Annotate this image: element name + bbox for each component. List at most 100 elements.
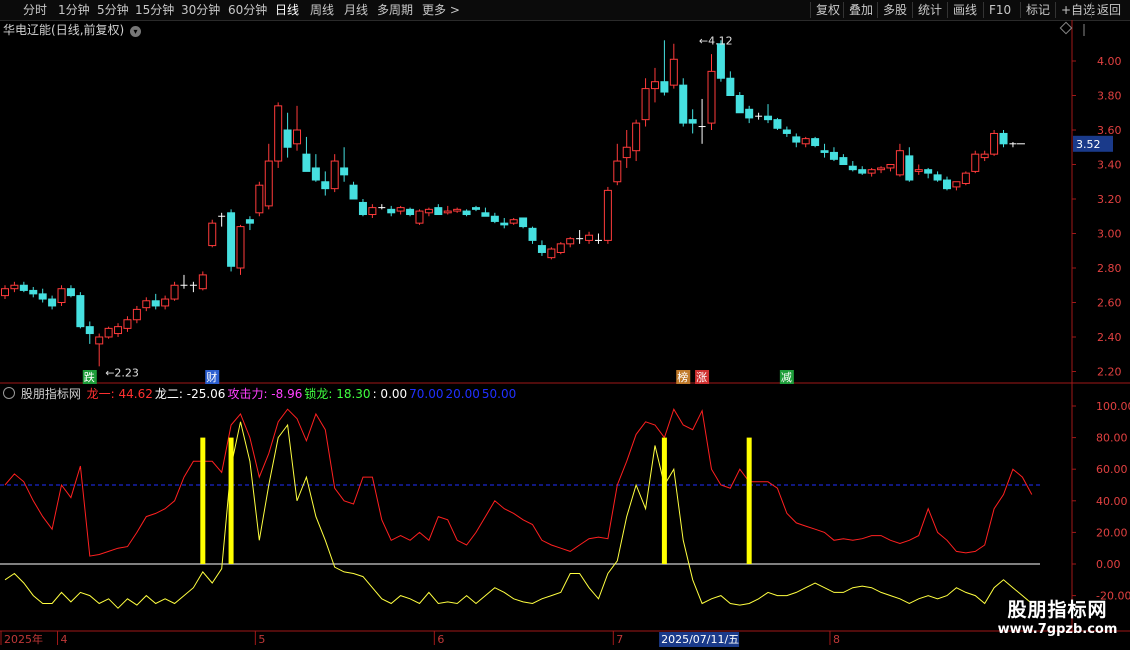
candle-body-97 — [914, 169, 923, 172]
price-tick-label-5: 3.20 — [1097, 193, 1122, 206]
candle-body-69 — [650, 81, 659, 90]
candle-body-90 — [848, 165, 857, 171]
attack-bar-0 — [200, 437, 206, 564]
ind-tick-label-1: 0.00 — [1096, 558, 1121, 571]
candle-body-94 — [886, 164, 895, 169]
price-tick-label-6: 3.40 — [1097, 159, 1122, 172]
candle-body-65 — [613, 160, 622, 183]
candle-body-53 — [500, 222, 509, 226]
candle-body-81 — [764, 115, 773, 121]
candle-body-26 — [245, 219, 254, 224]
price-tick-label-0: 2.20 — [1097, 366, 1122, 379]
candle-body-35 — [330, 160, 339, 190]
candle-body-56 — [528, 227, 537, 241]
candle-body-76 — [716, 43, 725, 79]
candle-body-3 — [29, 289, 38, 295]
candle-body-51 — [481, 212, 490, 217]
candle-body-84 — [792, 136, 801, 143]
candle-body-106 — [999, 132, 1008, 145]
price-tick-label-1: 2.40 — [1097, 331, 1122, 344]
candle-body-10 — [95, 336, 104, 345]
candle-body-39 — [368, 207, 377, 216]
candle-body-33 — [311, 167, 320, 181]
candle-body-55 — [519, 217, 528, 228]
candle-body-27 — [255, 184, 264, 214]
candle-body-50 — [472, 207, 480, 210]
watermark-url: www.7gpzb.com — [997, 622, 1118, 637]
candle-body-32 — [302, 153, 311, 172]
candle-body-103 — [971, 153, 980, 172]
candle-body-71 — [669, 58, 678, 86]
candle-body-64 — [603, 189, 612, 241]
candle-body-30 — [283, 129, 292, 148]
series-line-0 — [4, 408, 1033, 557]
candle-body-66 — [622, 146, 631, 159]
candle-body-100 — [943, 179, 951, 190]
candle-body-86 — [811, 138, 820, 147]
candle-body-58 — [547, 248, 556, 259]
candle-body-44 — [415, 210, 424, 224]
ind-tick-label-5: 80.00 — [1096, 432, 1128, 445]
date-label-4: 7 — [616, 633, 623, 646]
candle-body-77 — [726, 77, 735, 96]
date-label-5: 8 — [833, 633, 840, 646]
candle-body-13 — [123, 319, 132, 329]
candle-body-57 — [537, 245, 546, 253]
date-label-3: 6 — [437, 633, 444, 646]
candle-body-36 — [340, 167, 349, 176]
price-tick-label-9: 4.00 — [1097, 55, 1122, 68]
candle-body-99 — [933, 174, 942, 181]
candle-body-47 — [443, 210, 452, 214]
candle-body-88 — [829, 151, 838, 160]
candle-body-7 — [66, 288, 75, 297]
candle-body-37 — [349, 184, 358, 200]
ind-tick-label-6: 100.00 — [1096, 400, 1130, 413]
candle-body-70 — [660, 81, 669, 93]
candle-body-72 — [679, 84, 688, 124]
price-tick-label-4: 3.00 — [1097, 228, 1122, 241]
candle-body-1 — [10, 284, 19, 290]
candle-body-25 — [236, 226, 245, 269]
watermark-title: 股朋指标网 — [1007, 599, 1108, 621]
low-price-label: ←2.23 — [105, 366, 139, 379]
candle-body-0 — [1, 288, 9, 297]
candle-body-24 — [227, 212, 236, 267]
candle-body-105 — [990, 132, 999, 155]
candle-body-67 — [632, 122, 641, 152]
price-tick-label-2: 2.60 — [1097, 297, 1122, 310]
candle-body-22 — [208, 222, 217, 247]
candle-body-12 — [114, 326, 123, 335]
price-tick-label-7: 3.60 — [1097, 124, 1122, 137]
candle-body-28 — [264, 160, 273, 207]
signal-label-0: 跌 — [84, 370, 95, 384]
candle-body-18 — [170, 284, 179, 300]
attack-bar-3 — [746, 437, 752, 564]
ind-tick-label-2: 20.00 — [1096, 526, 1128, 539]
candle-body-42 — [396, 207, 405, 212]
candle-body-60 — [566, 238, 575, 245]
candle-body-62 — [585, 234, 594, 241]
candle-body-41 — [387, 208, 396, 214]
candle-body-29 — [274, 105, 283, 162]
candle-body-79 — [745, 108, 754, 119]
candle-body-9 — [85, 326, 94, 335]
candle-body-54 — [509, 219, 518, 224]
candle-body-92 — [867, 169, 876, 174]
date-highlight-label: 2025/07/11/五 — [661, 633, 739, 646]
candle-body-38 — [358, 201, 367, 216]
candle-body-4 — [38, 293, 47, 300]
candle-body-78 — [735, 95, 744, 114]
last-price-label: 3.52 — [1076, 138, 1101, 151]
high-price-label: ←4.12 — [699, 34, 733, 47]
candle-body-82 — [773, 119, 782, 129]
attack-bar-2 — [661, 437, 667, 564]
candle-body-49 — [462, 210, 471, 216]
signal-label-2: 榜 — [677, 370, 688, 384]
candle-body-91 — [858, 169, 867, 174]
candle-body-11 — [104, 327, 113, 338]
candle-body-48 — [453, 208, 462, 212]
candle-body-6 — [57, 288, 66, 304]
candle-body-46 — [434, 207, 443, 216]
candle-body-2 — [19, 284, 28, 291]
candle-body-98 — [924, 169, 933, 174]
